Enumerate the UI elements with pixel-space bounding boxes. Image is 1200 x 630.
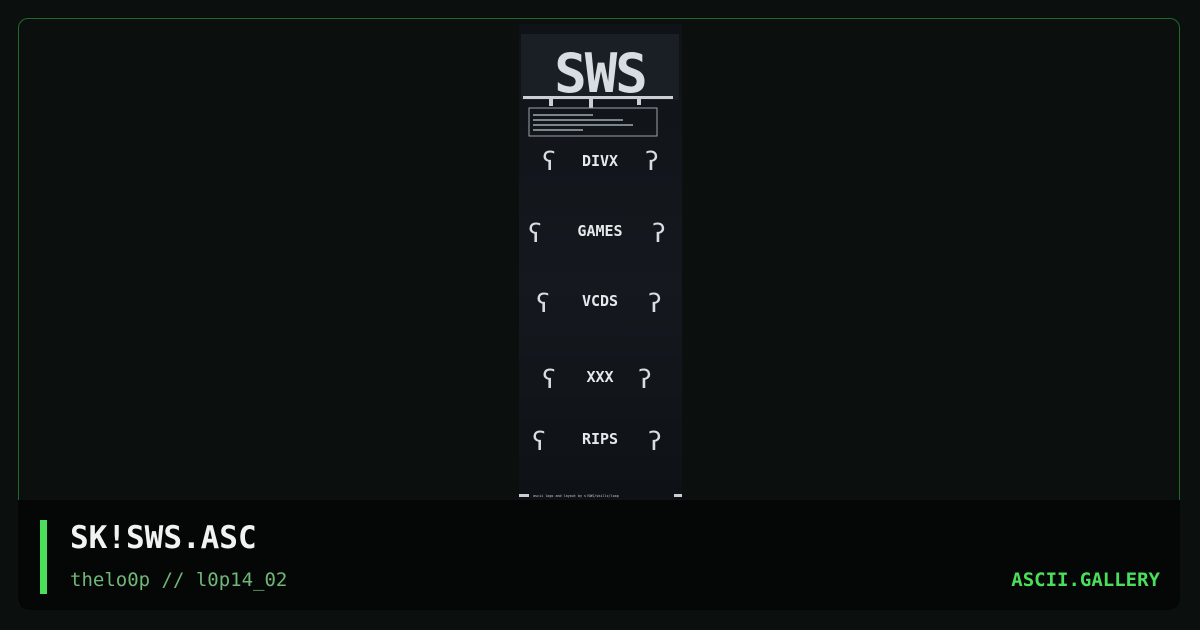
- section-label: GAMES: [577, 222, 622, 240]
- info-box: [528, 107, 658, 137]
- section-label: XXX: [586, 368, 613, 386]
- art-section: ʕ ʔ RIPS: [531, 427, 663, 457]
- info-line: [533, 119, 623, 121]
- art-logo-text: SWS: [554, 42, 646, 105]
- section-label: VCDS: [582, 292, 618, 310]
- artist-pack-subtitle[interactable]: thelo0p // l0p14_02: [70, 569, 287, 591]
- section-label: DIVX: [582, 152, 618, 170]
- accent-bar: [40, 520, 47, 594]
- art-section: ʕ ʔ VCDS: [535, 289, 663, 319]
- logo-drip: [589, 98, 593, 108]
- swirl-right: ʔ: [651, 219, 667, 249]
- swirl-left: ʕ: [535, 289, 551, 319]
- art-section: ʕ ʔ DIVX: [541, 147, 660, 177]
- info-line: [533, 129, 583, 131]
- file-title: SK!SWS.ASC: [70, 520, 257, 556]
- logo-drip: [637, 98, 641, 105]
- info-line: [533, 114, 593, 116]
- footer-mark: [674, 494, 682, 497]
- art-section: ʕ ʔ XXX: [541, 365, 653, 395]
- swirl-left: ʕ: [541, 147, 557, 177]
- swirl-left: ʕ: [531, 427, 547, 457]
- logo-drip-line: [523, 96, 673, 99]
- ascii-art-canvas: SWS ʕ ʔ DIVX ʕ ʔ GAMES ʕ ʔ VCDS ʕ ʔ XXX …: [519, 34, 682, 498]
- info-line: [533, 124, 633, 126]
- art-section: ʕ ʔ GAMES: [527, 219, 667, 249]
- swirl-right: ʔ: [644, 147, 660, 177]
- swirl-right: ʔ: [637, 365, 653, 395]
- swirl-left: ʕ: [541, 365, 557, 395]
- logo-drip: [549, 98, 553, 106]
- swirl-right: ʔ: [647, 289, 663, 319]
- site-brand-link[interactable]: ASCII.GALLERY: [1011, 569, 1160, 591]
- swirl-left: ʕ: [527, 219, 543, 249]
- section-label: RIPS: [582, 430, 618, 448]
- ascii-art-preview[interactable]: SWS ʕ ʔ DIVX ʕ ʔ GAMES ʕ ʔ VCDS ʕ ʔ XXX …: [519, 24, 682, 500]
- footer-mark: [519, 494, 529, 497]
- swirl-right: ʔ: [647, 427, 663, 457]
- art-header: SWS: [521, 34, 679, 137]
- art-footer-line: ascii logo and layout by s!SWS/skillz/lo…: [533, 494, 619, 498]
